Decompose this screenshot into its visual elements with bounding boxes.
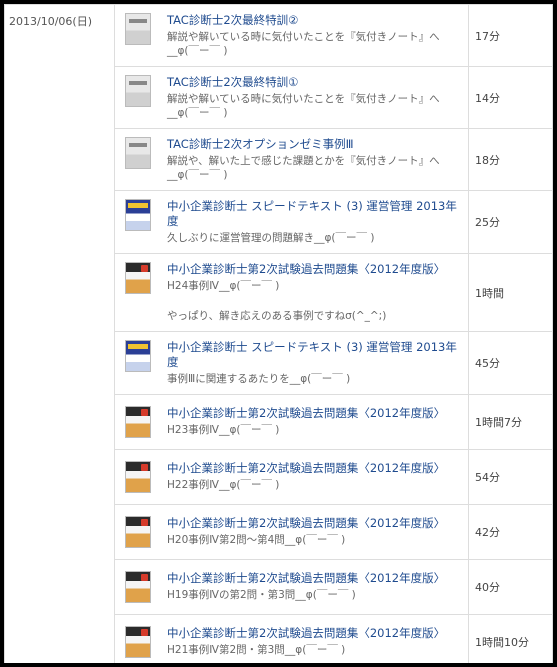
- study-note: H22事例Ⅳ__φ(￣ー￣ ): [167, 479, 280, 491]
- book-cell: 中小企業診断士第2次試験過去問題集〈2012年度版〉 H19事例Ⅳの第2問・第3問…: [114, 559, 469, 615]
- book-entry: 中小企業診断士第2次試験過去問題集〈2012年度版〉 H20事例Ⅳ第2問～第4問_…: [125, 516, 458, 548]
- book-cover-image[interactable]: [125, 461, 151, 493]
- study-duration: 1時間7分: [468, 394, 553, 450]
- study-comment: やっぱり、解き応えのある事例ですねσ(^_^;): [167, 310, 387, 322]
- book-text: 中小企業診断士第2次試験過去問題集〈2012年度版〉 H21事例Ⅳ第2問・第3問_…: [167, 626, 458, 657]
- book-text: 中小企業診断士第2次試験過去問題集〈2012年度版〉 H19事例Ⅳの第2問・第3問…: [167, 571, 458, 602]
- book-entry: 中小企業診断士 スピードテキスト (3) 運営管理 2013年度事例Ⅲに関連する…: [125, 340, 458, 386]
- study-log-row: 2013/10/06(日) TAC診断士2次最終特訓② 解説や解いている時に気付いた…: [4, 4, 553, 663]
- book-cover-image[interactable]: [125, 75, 151, 107]
- book-cell: 中小企業診断士 スピードテキスト (3) 運営管理 2013年度久しぶりに運営管…: [114, 190, 469, 254]
- study-duration: 45分: [468, 331, 553, 395]
- book-title-link[interactable]: TAC診断士2次最終特訓①: [167, 75, 458, 90]
- book-cover-image[interactable]: [125, 199, 151, 231]
- book-cell: 中小企業診断士第2次試験過去問題集〈2012年度版〉 H22事例Ⅳ__φ(￣ー￣ …: [114, 449, 469, 505]
- book-text: 中小企業診断士第2次試験過去問題集〈2012年度版〉 H24事例Ⅳ__φ(￣ー￣ …: [167, 262, 458, 323]
- book-text: TAC診断士2次最終特訓① 解説や解いている時に気付いたことを『気付きノート』へ_…: [167, 75, 458, 120]
- book-cell: 中小企業診断士第2次試験過去問題集〈2012年度版〉 H24事例Ⅳ__φ(￣ー￣ …: [114, 253, 469, 332]
- book-title-link[interactable]: TAC診断士2次オプションゼミ事例Ⅲ: [167, 137, 458, 152]
- book-entry: 中小企業診断士第2次試験過去問題集〈2012年度版〉 H22事例Ⅳ__φ(￣ー￣ …: [125, 461, 458, 493]
- study-note: 解説や、解いた上で感じた課題とかを『気付きノート』へ__φ(￣ー￣ ): [167, 155, 440, 181]
- book-entry: 中小企業診断士第2次試験過去問題集〈2012年度版〉 H23事例Ⅳ__φ(￣ー￣ …: [125, 406, 458, 438]
- book-title-link[interactable]: 中小企業診断士第2次試験過去問題集〈2012年度版〉: [167, 571, 458, 586]
- book-cover-image[interactable]: [125, 571, 151, 603]
- book-cell: 中小企業診断士 スピードテキスト (3) 運営管理 2013年度事例Ⅲに関連する…: [114, 331, 469, 395]
- book-entry: 中小企業診断士第2次試験過去問題集〈2012年度版〉 H19事例Ⅳの第2問・第3問…: [125, 571, 458, 603]
- book-cover-image[interactable]: [125, 406, 151, 438]
- book-cell: TAC診断士2次最終特訓① 解説や解いている時に気付いたことを『気付きノート』へ_…: [114, 66, 469, 129]
- study-duration: 1時間: [468, 253, 553, 332]
- book-cell: TAC診断士2次オプションゼミ事例Ⅲ 解説や、解いた上で感じた課題とかを『気付きノ…: [114, 128, 469, 191]
- book-cover-image[interactable]: [125, 340, 151, 372]
- book-entry: 中小企業診断士 スピードテキスト (3) 運営管理 2013年度久しぶりに運営管…: [125, 199, 458, 245]
- study-note: 久しぶりに運営管理の問題解き__φ(￣ー￣ ): [167, 232, 375, 244]
- study-log-table: 2013/10/06(日) TAC診断士2次最終特訓② 解説や解いている時に気付いた…: [4, 4, 553, 663]
- book-cover-image[interactable]: [125, 626, 151, 658]
- book-text: TAC診断士2次最終特訓② 解説や解いている時に気付いたことを『気付きノート』へ_…: [167, 13, 458, 58]
- book-title-link[interactable]: 中小企業診断士第2次試験過去問題集〈2012年度版〉: [167, 461, 458, 476]
- study-note: H23事例Ⅳ__φ(￣ー￣ ): [167, 424, 280, 436]
- book-cover-image[interactable]: [125, 137, 151, 169]
- book-cover-image[interactable]: [125, 13, 151, 45]
- book-text: 中小企業診断士 スピードテキスト (3) 運営管理 2013年度久しぶりに運営管…: [167, 199, 458, 245]
- study-duration: 1時間10分: [468, 614, 553, 663]
- book-entry: TAC診断士2次最終特訓① 解説や解いている時に気付いたことを『気付きノート』へ_…: [125, 75, 458, 120]
- book-title-link[interactable]: TAC診断士2次最終特訓②: [167, 13, 458, 28]
- book-title-link[interactable]: 中小企業診断士第2次試験過去問題集〈2012年度版〉: [167, 516, 458, 531]
- study-log-frame: 2013/10/06(日) TAC診断士2次最終特訓② 解説や解いている時に気付いた…: [4, 4, 553, 663]
- study-duration: 25分: [468, 190, 553, 254]
- study-note: 解説や解いている時に気付いたことを『気付きノート』へ__φ(￣ー￣ ): [167, 31, 440, 57]
- study-note: 事例Ⅲに関連するあたりを__φ(￣ー￣ ): [167, 373, 351, 385]
- study-duration: 18分: [468, 128, 553, 191]
- book-cover-image[interactable]: [125, 262, 151, 294]
- book-title-link[interactable]: 中小企業診断士 スピードテキスト (3) 運営管理 2013年度: [167, 340, 458, 370]
- study-note: H24事例Ⅳ__φ(￣ー￣ ): [167, 280, 280, 292]
- book-text: 中小企業診断士第2次試験過去問題集〈2012年度版〉 H23事例Ⅳ__φ(￣ー￣ …: [167, 406, 458, 437]
- study-note: 解説や解いている時に気付いたことを『気付きノート』へ__φ(￣ー￣ ): [167, 93, 440, 119]
- study-note: H21事例Ⅳ第2問・第3問__φ(￣ー￣ ): [167, 644, 346, 656]
- study-duration: 40分: [468, 559, 553, 615]
- book-cell: 中小企業診断士第2次試験過去問題集〈2012年度版〉 H21事例Ⅳ第2問・第3問_…: [114, 614, 469, 663]
- book-title-link[interactable]: 中小企業診断士 スピードテキスト (3) 運営管理 2013年度: [167, 199, 458, 229]
- study-note: H20事例Ⅳ第2問～第4問__φ(￣ー￣ ): [167, 534, 346, 546]
- book-entry: TAC診断士2次オプションゼミ事例Ⅲ 解説や、解いた上で感じた課題とかを『気付きノ…: [125, 137, 458, 182]
- study-duration: 17分: [468, 4, 553, 67]
- study-duration: 14分: [468, 66, 553, 129]
- book-title-link[interactable]: 中小企業診断士第2次試験過去問題集〈2012年度版〉: [167, 406, 458, 421]
- book-text: TAC診断士2次オプションゼミ事例Ⅲ 解説や、解いた上で感じた課題とかを『気付きノ…: [167, 137, 458, 182]
- book-text: 中小企業診断士第2次試験過去問題集〈2012年度版〉 H20事例Ⅳ第2問～第4問_…: [167, 516, 458, 547]
- study-note: H19事例Ⅳの第2問・第3問__φ(￣ー￣ ): [167, 589, 356, 601]
- book-cell: TAC診断士2次最終特訓② 解説や解いている時に気付いたことを『気付きノート』へ_…: [114, 4, 469, 67]
- book-cover-image[interactable]: [125, 516, 151, 548]
- book-title-link[interactable]: 中小企業診断士第2次試験過去問題集〈2012年度版〉: [167, 626, 458, 641]
- study-date: 2013/10/06(日): [4, 4, 115, 663]
- study-duration: 42分: [468, 504, 553, 560]
- book-text: 中小企業診断士 スピードテキスト (3) 運営管理 2013年度事例Ⅲに関連する…: [167, 340, 458, 386]
- study-duration: 54分: [468, 449, 553, 505]
- book-entry: TAC診断士2次最終特訓② 解説や解いている時に気付いたことを『気付きノート』へ_…: [125, 13, 458, 58]
- book-cell: 中小企業診断士第2次試験過去問題集〈2012年度版〉 H23事例Ⅳ__φ(￣ー￣ …: [114, 394, 469, 450]
- book-entry: 中小企業診断士第2次試験過去問題集〈2012年度版〉 H24事例Ⅳ__φ(￣ー￣ …: [125, 262, 458, 323]
- book-cell: 中小企業診断士第2次試験過去問題集〈2012年度版〉 H20事例Ⅳ第2問～第4問_…: [114, 504, 469, 560]
- book-entry: 中小企業診断士第2次試験過去問題集〈2012年度版〉 H21事例Ⅳ第2問・第3問_…: [125, 626, 458, 658]
- book-text: 中小企業診断士第2次試験過去問題集〈2012年度版〉 H22事例Ⅳ__φ(￣ー￣ …: [167, 461, 458, 492]
- book-title-link[interactable]: 中小企業診断士第2次試験過去問題集〈2012年度版〉: [167, 262, 458, 277]
